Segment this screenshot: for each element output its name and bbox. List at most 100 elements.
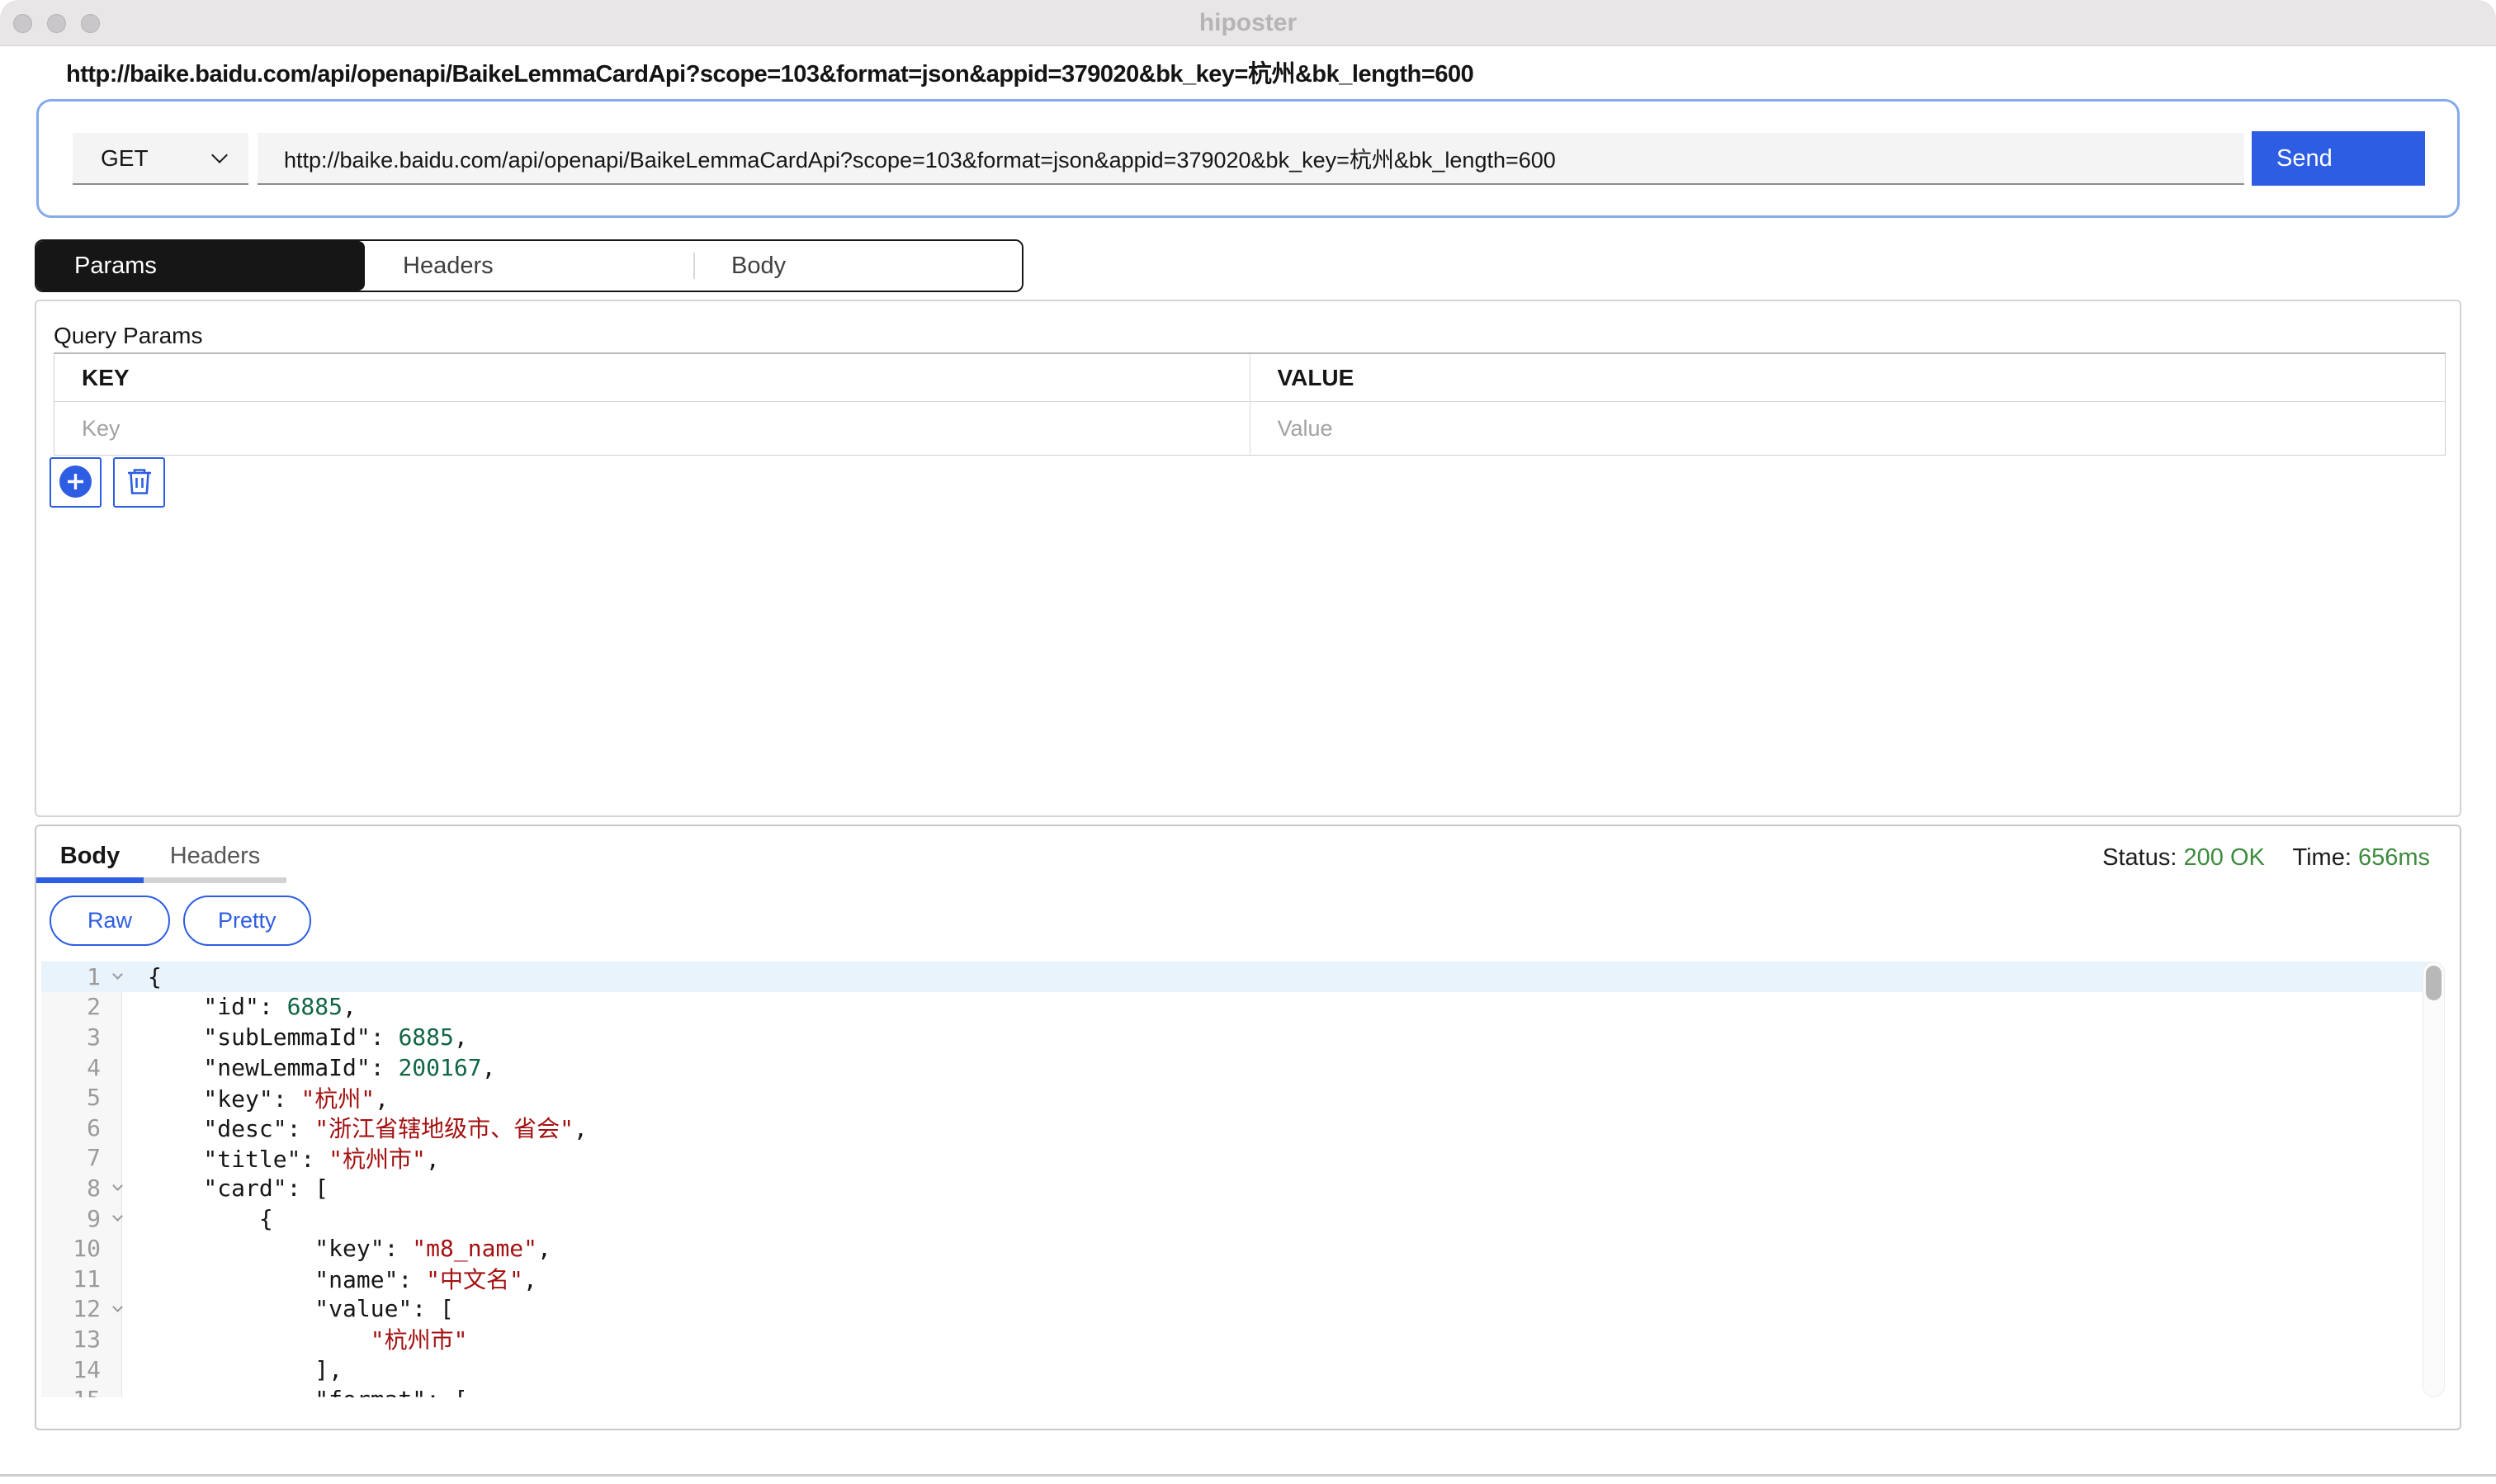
code-line: 5 "key": "杭州", [41, 1082, 2432, 1113]
fold-toggle[interactable] [101, 1186, 135, 1189]
params-panel: Query Params KEY VALUE [35, 300, 2461, 817]
code-line: 15 "format": [ [41, 1384, 2432, 1397]
time-value: 656ms [2358, 844, 2430, 871]
line-number: 8 [41, 1174, 101, 1202]
response-view-buttons: Raw Pretty [50, 896, 311, 946]
response-body-editor[interactable]: 1{2 "id": 6885,3 "subLemmaId": 6885,4 "n… [41, 962, 2432, 1397]
response-panel: Body Headers Status: 200 OK Time: 656ms … [35, 825, 2461, 1430]
code-line: 3 "subLemmaId": 6885, [41, 1022, 2432, 1052]
value-cell [1250, 402, 2446, 455]
window-title: hiposter [0, 0, 2496, 46]
response-tab-body[interactable]: Body [36, 834, 144, 877]
chevron-down-icon [112, 969, 123, 980]
key-column-header: KEY [54, 354, 1250, 402]
chevron-down-icon [112, 1211, 123, 1222]
code-line: 12 "value": [ [41, 1294, 2432, 1325]
raw-button[interactable]: Raw [50, 896, 170, 946]
tab-headers[interactable]: Headers [365, 241, 693, 291]
status-value: 200 OK [2184, 844, 2265, 871]
inactive-tab-indicator [144, 877, 286, 883]
send-button[interactable]: Send [2252, 131, 2425, 186]
code-text: "desc": "浙江省辖地级市、省会", [135, 1111, 588, 1144]
code-line: 10 "key": "m8_name", [41, 1233, 2432, 1264]
code-text: { [135, 1205, 273, 1232]
line-number: 4 [41, 1054, 101, 1081]
url-input[interactable] [258, 133, 2244, 185]
titlebar: hiposter [0, 0, 2496, 46]
line-number: 1 [41, 963, 101, 990]
add-param-button[interactable] [50, 457, 102, 508]
code-text: { [135, 963, 162, 990]
code-text: "format": [ [135, 1386, 468, 1397]
param-value-input[interactable] [1278, 416, 2387, 442]
line-number: 14 [41, 1356, 101, 1383]
value-column-header: VALUE [1250, 354, 2446, 402]
line-number: 7 [41, 1144, 101, 1171]
chevron-down-icon [112, 1181, 123, 1192]
code-text: "subLemmaId": 6885, [135, 1023, 468, 1051]
fold-toggle[interactable] [101, 975, 135, 978]
delete-param-button[interactable] [113, 457, 165, 508]
line-number: 11 [41, 1265, 101, 1293]
line-number: 9 [41, 1205, 101, 1232]
code-line: 8 "card": [ [41, 1173, 2432, 1203]
line-number: 5 [41, 1084, 101, 1111]
code-line: 14 ], [41, 1354, 2432, 1385]
window-bottom-edge [0, 1474, 2496, 1477]
line-number: 12 [41, 1295, 101, 1322]
code-line: 7 "title": "杭州市", [41, 1143, 2432, 1174]
pretty-button[interactable]: Pretty [183, 896, 311, 946]
response-tabs: Body Headers [36, 834, 286, 877]
request-tabs: Params Headers Body [35, 239, 1023, 292]
query-params-table: KEY VALUE [54, 352, 2446, 456]
chevron-down-icon [112, 1302, 123, 1312]
code-text: "title": "杭州市", [135, 1141, 440, 1174]
editor-scrollbar[interactable] [2423, 962, 2445, 1397]
code-text: "newLemmaId": 200167, [135, 1054, 495, 1081]
code-text: ], [135, 1356, 343, 1383]
plus-circle-icon [59, 465, 92, 501]
code-line: 9 { [41, 1203, 2432, 1234]
tab-body[interactable]: Body [693, 241, 1022, 291]
line-number: 15 [41, 1386, 101, 1397]
method-select-value: GET [101, 145, 149, 172]
line-number: 6 [41, 1114, 101, 1141]
code-line: 13 "杭州市" [41, 1324, 2432, 1354]
code-line: 4 "newLemmaId": 200167, [41, 1052, 2432, 1083]
code-line: 11 "name": "中文名", [41, 1264, 2432, 1294]
code-lines: 1{2 "id": 6885,3 "subLemmaId": 6885,4 "n… [41, 962, 2432, 1397]
line-number: 2 [41, 993, 101, 1020]
response-tab-underline [36, 877, 286, 883]
query-params-title: Query Params [54, 323, 203, 349]
scrollbar-thumb[interactable] [2426, 966, 2442, 1000]
status-label: Status: [2102, 844, 2177, 871]
code-text: "杭州市" [135, 1322, 467, 1355]
code-text: "card": [ [135, 1174, 329, 1202]
trash-icon [125, 466, 154, 499]
active-tab-indicator [36, 877, 144, 883]
code-text: "key": "杭州", [135, 1081, 389, 1114]
response-tab-headers[interactable]: Headers [144, 834, 286, 877]
request-url-heading: http://baike.baidu.com/api/openapi/Baike… [66, 54, 1473, 89]
code-text: "id": 6885, [135, 993, 357, 1020]
code-line: 1{ [41, 962, 2432, 992]
response-status: Status: 200 OK Time: 656ms [2102, 844, 2430, 872]
code-line: 6 "desc": "浙江省辖地级市、省会", [41, 1113, 2432, 1143]
param-key-input[interactable] [82, 416, 1191, 442]
key-cell [54, 402, 1250, 455]
line-number: 13 [41, 1326, 101, 1353]
code-text: "key": "m8_name", [135, 1235, 551, 1262]
code-text: "value": [ [135, 1295, 454, 1322]
code-line: 2 "id": 6885, [41, 992, 2432, 1023]
fold-toggle[interactable] [101, 1217, 135, 1220]
request-bar: GET Send [36, 99, 2460, 218]
tab-params[interactable]: Params [36, 241, 365, 291]
fold-toggle[interactable] [101, 1307, 135, 1311]
line-number: 3 [41, 1023, 101, 1051]
table-row [54, 402, 2445, 455]
code-text: "name": "中文名", [135, 1262, 537, 1295]
table-header-row: KEY VALUE [54, 354, 2445, 402]
param-row-actions [50, 457, 165, 508]
method-select[interactable]: GET [73, 133, 248, 185]
chevron-down-icon [211, 147, 228, 163]
